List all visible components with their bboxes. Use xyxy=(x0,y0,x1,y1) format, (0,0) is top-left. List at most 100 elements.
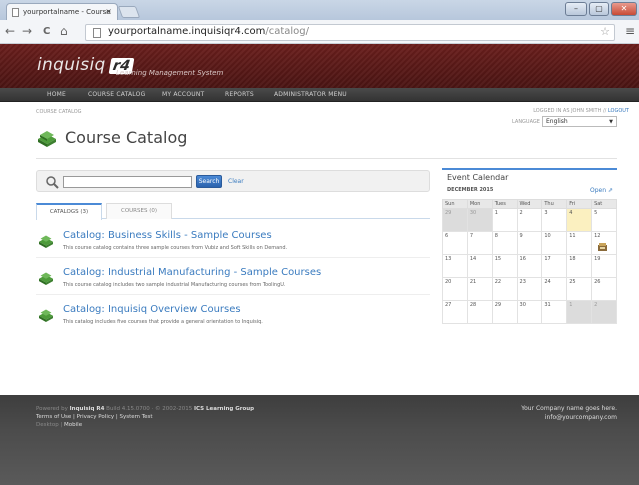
footer-view-switch: Desktop | Mobile xyxy=(36,422,82,428)
catalog-title[interactable]: Catalog: Inquisiq Overview Courses xyxy=(63,304,241,315)
site-header: inquisiq r4 Learning Management System xyxy=(0,44,639,88)
calendar-day[interactable]: 19 xyxy=(591,254,617,278)
books-icon xyxy=(39,235,53,248)
day-header: Sat xyxy=(591,199,617,209)
close-window-button[interactable]: ✕ xyxy=(611,2,637,16)
list-item[interactable]: Catalog: Inquisiq Overview Courses This … xyxy=(36,304,430,332)
calendar-day[interactable]: 6 xyxy=(442,231,468,255)
bookmark-star-icon[interactable]: ☆ xyxy=(600,25,610,38)
catalog-title[interactable]: Catalog: Industrial Manufacturing - Samp… xyxy=(63,267,321,278)
list-item[interactable]: Catalog: Business Skills - Sample Course… xyxy=(36,230,430,258)
calendar-day[interactable]: 7 xyxy=(466,231,493,255)
nav-course-catalog[interactable]: COURSE CATALOG xyxy=(88,91,145,98)
search-input[interactable] xyxy=(63,176,192,188)
search-button[interactable]: Search xyxy=(196,175,222,188)
breadcrumb: COURSE CATALOG xyxy=(36,109,82,115)
calendar-day[interactable]: 8 xyxy=(491,231,518,255)
calendar-day[interactable]: 17 xyxy=(541,254,568,278)
books-icon xyxy=(39,272,53,285)
calendar-day[interactable]: 2 xyxy=(591,300,617,324)
calendar-day[interactable]: 23 xyxy=(516,277,543,301)
calendar-day[interactable]: 22 xyxy=(491,277,518,301)
powered-by-label: Powered by xyxy=(36,406,68,412)
footer-powered-by: Powered by Inquisiq R4 Build 4.15.0700 ·… xyxy=(36,406,254,412)
logged-in-text: LOGGED IN AS JOHN SMITH // xyxy=(533,108,607,114)
open-label: Open xyxy=(590,187,607,194)
privacy-link[interactable]: Privacy Policy xyxy=(77,414,114,420)
calendar-day[interactable]: 31 xyxy=(541,300,568,324)
list-item[interactable]: Catalog: Industrial Manufacturing - Samp… xyxy=(36,267,430,295)
reload-button[interactable]: C xyxy=(43,25,50,39)
calendar-day[interactable]: 21 xyxy=(466,277,493,301)
calendar-day[interactable]: 1 xyxy=(566,300,593,324)
minimize-button[interactable]: – xyxy=(565,2,587,16)
calendar-open-link[interactable]: Open ⇗ xyxy=(590,187,613,194)
catalog-description: This course catalog contains three sampl… xyxy=(63,245,288,251)
browser-menu-icon[interactable]: ≡ xyxy=(625,24,635,38)
nav-home[interactable]: HOME xyxy=(47,91,66,98)
desktop-link[interactable]: Desktop xyxy=(36,422,59,428)
company-link[interactable]: ICS Learning Group xyxy=(194,406,254,412)
calendar-day[interactable]: 26 xyxy=(591,277,617,301)
calendar-day[interactable]: 14 xyxy=(466,254,493,278)
calendar-day[interactable]: 10 xyxy=(541,231,568,255)
day-header: Fri xyxy=(566,199,593,209)
system-test-link[interactable]: System Test xyxy=(119,414,152,420)
calendar-day[interactable]: 13 xyxy=(442,254,468,278)
page-icon xyxy=(93,28,101,38)
forward-button[interactable]: → xyxy=(22,24,32,38)
day-header: Wed xyxy=(516,199,543,209)
language-value: English xyxy=(546,118,568,125)
calendar-day[interactable]: 5 xyxy=(591,208,617,232)
close-tab-icon[interactable]: × xyxy=(105,7,112,16)
address-bar[interactable]: yourportalname.inquisiqr4.com/catalog/ ☆ xyxy=(85,24,615,41)
calendar-day[interactable]: 27 xyxy=(442,300,468,324)
mobile-link[interactable]: Mobile xyxy=(64,422,82,428)
footer-links: Terms of Use | Privacy Policy | System T… xyxy=(36,414,153,420)
home-button[interactable]: ⌂ xyxy=(60,24,68,38)
event-icon[interactable] xyxy=(598,243,608,251)
tagline: Learning Management System xyxy=(116,69,224,77)
calendar-day[interactable]: 2 xyxy=(516,208,543,232)
calendar-day[interactable]: 30 xyxy=(516,300,543,324)
calendar-day[interactable]: 15 xyxy=(491,254,518,278)
calendar-day[interactable]: 24 xyxy=(541,277,568,301)
language-select[interactable]: English ▼ xyxy=(542,116,617,127)
tab-title: yourportalname - Course xyxy=(23,8,111,16)
calendar-title: Event Calendar xyxy=(447,173,509,182)
nav-my-account[interactable]: MY ACCOUNT xyxy=(162,91,204,98)
catalog-tabs: CATALOGS (3) COURSES (0) xyxy=(36,203,430,220)
catalog-title[interactable]: Catalog: Business Skills - Sample Course… xyxy=(63,230,272,241)
logout-link[interactable]: LOGOUT xyxy=(608,108,629,114)
url-path: /catalog/ xyxy=(265,26,310,37)
login-info: LOGGED IN AS JOHN SMITH // LOGOUT xyxy=(533,108,629,114)
new-tab-button[interactable] xyxy=(117,6,141,18)
calendar-day[interactable]: 11 xyxy=(566,231,593,255)
clear-link[interactable]: Clear xyxy=(228,178,244,185)
logo-text: inquisiq xyxy=(37,55,106,75)
tab-courses[interactable]: COURSES (0) xyxy=(106,203,172,219)
nav-administrator-menu[interactable]: ADMINISTRATOR MENU xyxy=(274,91,347,98)
footer-company-email[interactable]: info@yourcompany.com xyxy=(545,414,617,421)
calendar-day[interactable]: 29 xyxy=(491,300,518,324)
calendar-day[interactable]: 20 xyxy=(442,277,468,301)
tab-catalogs[interactable]: CATALOGS (3) xyxy=(36,203,102,220)
terms-link[interactable]: Terms of Use xyxy=(36,414,71,420)
nav-reports[interactable]: REPORTS xyxy=(225,91,254,98)
back-button[interactable]: ← xyxy=(5,24,15,38)
day-header: Sun xyxy=(442,199,468,209)
calendar-day[interactable]: 3 xyxy=(541,208,568,232)
calendar-day[interactable]: 16 xyxy=(516,254,543,278)
calendar-day-today[interactable]: 4 xyxy=(566,208,593,232)
calendar-day[interactable]: 30 xyxy=(466,208,493,232)
browser-tab[interactable]: yourportalname - Course × xyxy=(6,3,118,20)
calendar-day[interactable]: 9 xyxy=(516,231,543,255)
calendar-day[interactable]: 28 xyxy=(466,300,493,324)
maximize-button[interactable]: ▢ xyxy=(589,2,609,16)
calendar-day[interactable]: 1 xyxy=(491,208,518,232)
calendar-day[interactable]: 18 xyxy=(566,254,593,278)
calendar-day[interactable]: 29 xyxy=(442,208,468,232)
calendar-day[interactable]: 25 xyxy=(566,277,593,301)
calendar-day-with-event[interactable]: 12 xyxy=(591,231,617,255)
site-footer: Powered by Inquisiq R4 Build 4.15.0700 ·… xyxy=(0,395,639,485)
